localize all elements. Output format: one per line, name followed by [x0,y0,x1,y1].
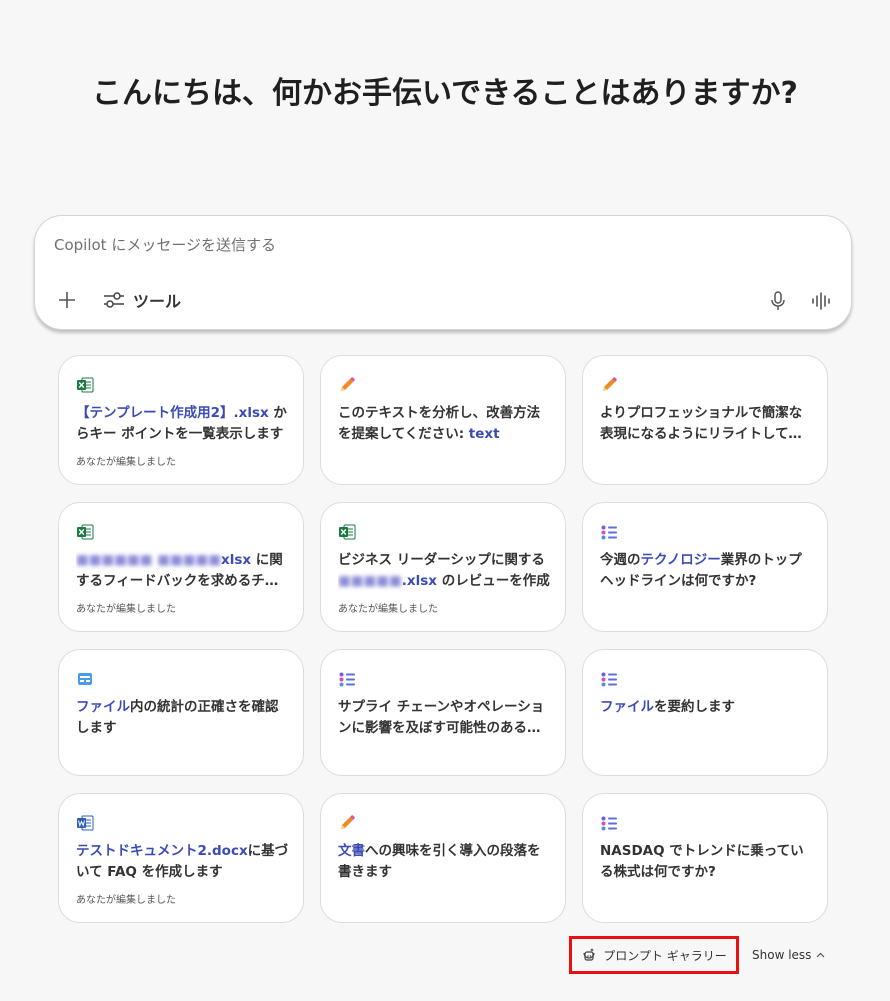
tools-button[interactable]: ツール [103,288,181,312]
prompt-text-part: ■■■■■ [338,573,402,589]
prompt-card[interactable]: ビジネス リーダーシップに関する ■■■■■.xlsx のレビューを作成あなたが… [320,502,566,632]
prompt-gallery-label: プロンプト ギャラリー [603,948,727,963]
prompt-text-part: ■■■■■■ ■■■■■ [76,552,222,568]
prompt-gallery-icon [583,948,595,961]
list-icon [600,814,618,832]
card-meta: あなたが編集しました [338,604,438,615]
prompt-card[interactable]: 文書への興味を引く導入の段落を書きます [320,793,566,923]
pencil-icon [338,814,356,832]
show-less-label: Show less [752,948,812,962]
message-input[interactable] [54,236,754,254]
plus-icon [59,292,75,308]
prompt-text: ファイル内の統計の正確さを確認します [76,697,290,739]
card-meta: あなたが編集しました [76,457,176,468]
prompt-text-part: ファイル [600,699,654,715]
list-icon [338,670,356,688]
excel-icon [338,523,356,541]
prompt-text: ファイルを要約します [600,697,814,718]
prompt-text: 文書への興味を引く導入の段落を書きます [338,841,552,883]
prompt-text-part: への興味を引く導入の段落を書きます [338,843,541,880]
show-less-button[interactable]: Show less [752,948,825,962]
prompt-card[interactable]: ファイルを要約します [582,649,828,776]
page-title: こんにちは、何かお手伝いできることはありますか? [92,76,798,111]
sliders-icon [104,292,124,308]
prompt-text-part: よりプロフェッショナルで簡潔な表現になるようにリライトしてください [600,405,803,442]
prompt-gallery-button[interactable]: プロンプト ギャラリー [569,936,739,974]
prompt-text-part: 文書 [338,843,365,859]
prompt-text-part: このテキストを分析し、改善方法を提案してください: [338,405,541,442]
prompt-text-part: xlsx [221,552,252,568]
prompt-card[interactable]: よりプロフェッショナルで簡潔な表現になるようにリライトしてください [582,355,828,485]
microphone-button[interactable] [768,290,788,312]
prompt-card[interactable]: 【テンプレート作成用2】.xlsx からキー ポイントを一覧表示しますあなたが編… [58,355,304,485]
prompt-card[interactable]: ファイル内の統計の正確さを確認します [58,649,304,776]
prompt-text-part: NASDAQ でトレンドに乗っている株式は何ですか? [600,843,804,880]
pencil-icon [338,376,356,394]
list-icon [600,523,618,541]
prompt-text-part: を要約します [654,699,735,715]
tools-label: ツール [133,292,182,311]
word-icon [76,814,94,832]
message-composer: ツール [34,215,852,330]
prompt-text-part: 【テンプレート作成用2】.xlsx [76,405,269,421]
card-meta: あなたが編集しました [76,604,176,615]
waveform-icon [812,292,830,310]
prompt-text-part: text [468,426,500,442]
prompt-card[interactable]: テストドキュメント2.docxに基づいて FAQ を作成しますあなたが編集しまし… [58,793,304,923]
prompt-text: ビジネス リーダーシップに関する ■■■■■.xlsx のレビューを作成 [338,550,552,592]
pencil-icon [600,376,618,394]
prompt-card[interactable]: サプライ チェーンやオペレーションに影響を及ぼす可能性のあるリスク [320,649,566,776]
prompt-text: ■■■■■■ ■■■■■xlsx に関するフィードバックを求めるチーム宛てのメー… [76,550,290,592]
excel-icon [76,376,94,394]
prompt-text-part: サプライ チェーンやオペレーションに影響を及ぼす可能性のあるリスク [338,699,545,736]
prompt-text-part: ファイル [76,699,130,715]
prompt-text: NASDAQ でトレンドに乗っている株式は何ですか? [600,841,814,883]
prompt-text: 今週のテクノロジー業界のトップ ヘッドラインは何ですか? [600,550,814,592]
voice-mode-button[interactable] [810,290,832,312]
prompt-card[interactable]: NASDAQ でトレンドに乗っている株式は何ですか? [582,793,828,923]
prompt-text-part: のレビューを作成 [437,573,550,589]
add-attachment-button[interactable] [56,289,78,311]
prompt-text-part: 今週の [600,552,641,568]
prompt-text: 【テンプレート作成用2】.xlsx からキー ポイントを一覧表示します [76,403,290,445]
prompt-text-part: テストドキュメント2.docx [76,843,248,859]
excel-icon [76,523,94,541]
prompt-text: テストドキュメント2.docxに基づいて FAQ を作成します [76,841,290,883]
card-meta: あなたが編集しました [76,895,176,906]
list-icon [600,670,618,688]
prompt-text: このテキストを分析し、改善方法を提案してください: text [338,403,552,445]
prompt-text: よりプロフェッショナルで簡潔な表現になるようにリライトしてください [600,403,814,445]
chevron-up-icon [816,952,825,958]
prompt-text: サプライ チェーンやオペレーションに影響を及ぼす可能性のあるリスク [338,697,552,739]
microphone-icon [771,291,785,310]
prompt-text-part: ビジネス リーダーシップに関する [338,552,545,568]
prompt-text-part: テクノロジー [640,552,721,568]
prompt-card[interactable]: 今週のテクノロジー業界のトップ ヘッドラインは何ですか? [582,502,828,632]
prompt-card[interactable]: このテキストを分析し、改善方法を提案してください: text [320,355,566,485]
table-icon [76,670,94,688]
prompt-text-part: .xlsx [401,573,437,589]
prompt-card[interactable]: ■■■■■■ ■■■■■xlsx に関するフィードバックを求めるチーム宛てのメー… [58,502,304,632]
